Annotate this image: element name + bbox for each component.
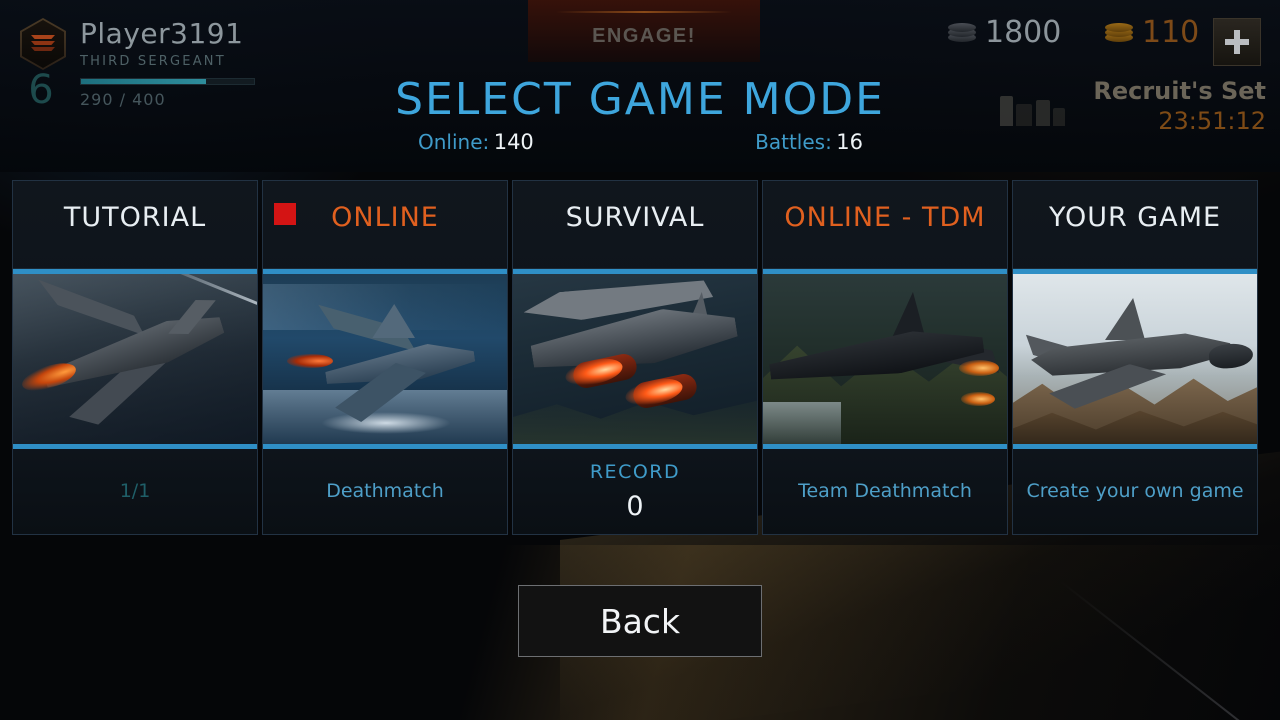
back-button-label: Back [599, 601, 681, 641]
card-footer-text: Create your own game [1026, 479, 1244, 502]
battles-value: 16 [836, 130, 863, 154]
crate-bundle-icon [998, 84, 1068, 128]
game-mode-list: TUTORIAL 1/1 ONLINE Deathmatch SURVIVAL … [12, 180, 1270, 535]
card-thumbnail [513, 269, 757, 449]
header-bar: 6 Player3191 THIRD SERGEANT 290 / 400 EN… [0, 0, 1280, 172]
card-header: YOUR GAME [1013, 181, 1257, 269]
battles-label: Battles: [755, 130, 832, 154]
card-footer: Create your own game [1013, 449, 1257, 534]
game-mode-card-survival[interactable]: SURVIVAL RECORD 0 [512, 180, 758, 535]
engage-button[interactable]: ENGAGE! [528, 0, 760, 62]
silver-currency[interactable]: 1800 [948, 18, 1061, 48]
online-value: 140 [493, 130, 534, 154]
card-footer-text: 1/1 [119, 479, 151, 502]
game-mode-card-your-game[interactable]: YOUR GAME Create your own game [1012, 180, 1258, 535]
card-footer: Team Deathmatch [763, 449, 1007, 534]
hexagon-rank-icon [20, 18, 66, 70]
game-mode-card-tutorial[interactable]: TUTORIAL 1/1 [12, 180, 258, 535]
status-row: Online: 140 Battles: 16 [418, 130, 863, 154]
card-footer: RECORD 0 [513, 449, 757, 534]
page-title-wrap: SELECT GAME MODE [0, 78, 1280, 122]
plus-icon [1225, 30, 1249, 54]
silver-value: 1800 [985, 15, 1062, 50]
card-header: TUTORIAL [13, 181, 257, 269]
player-name: Player3191 [80, 17, 244, 50]
gold-coins-icon [1105, 22, 1133, 44]
card-title: ONLINE [331, 202, 439, 233]
add-currency-button[interactable] [1213, 18, 1261, 66]
online-label: Online: [418, 130, 490, 154]
online-stat: Online: 140 [418, 130, 534, 154]
offer-name: Recruit's Set [1093, 77, 1266, 105]
offer-panel[interactable]: Recruit's Set 23:51:12 [1000, 77, 1266, 136]
game-mode-card-online-tdm[interactable]: ONLINE - TDM Team Deathmatch [762, 180, 1008, 535]
new-indicator-badge [274, 203, 296, 225]
card-thumbnail [763, 269, 1007, 449]
card-thumbnail [263, 269, 507, 449]
player-rank-title: THIRD SERGEANT [80, 54, 226, 69]
gold-currency[interactable]: 110 [1105, 18, 1199, 48]
card-title: TUTORIAL [63, 202, 207, 233]
card-thumbnail [13, 269, 257, 449]
card-title: ONLINE - TDM [784, 202, 986, 233]
card-title: SURVIVAL [565, 202, 705, 233]
card-footer-text: Team Deathmatch [798, 479, 972, 502]
card-title: YOUR GAME [1048, 202, 1222, 233]
card-thumbnail [1013, 269, 1257, 449]
back-button[interactable]: Back [518, 585, 762, 657]
card-footer-text: Deathmatch [326, 479, 444, 502]
record-value: 0 [626, 491, 644, 522]
engage-label: ENGAGE! [592, 24, 696, 47]
gold-value: 110 [1142, 15, 1200, 50]
card-header: SURVIVAL [513, 181, 757, 269]
record-label: RECORD [589, 461, 681, 483]
battles-stat: Battles: 16 [755, 130, 863, 154]
game-mode-card-online[interactable]: ONLINE Deathmatch [262, 180, 508, 535]
card-header: ONLINE [263, 181, 507, 269]
chevron-insignia-icon [31, 35, 55, 53]
page-title: SELECT GAME MODE [395, 74, 885, 125]
card-footer: 1/1 [13, 449, 257, 534]
card-header: ONLINE - TDM [763, 181, 1007, 269]
silver-coins-icon [948, 22, 976, 44]
offer-timer: 23:51:12 [1158, 107, 1266, 136]
card-footer: Deathmatch [263, 449, 507, 534]
